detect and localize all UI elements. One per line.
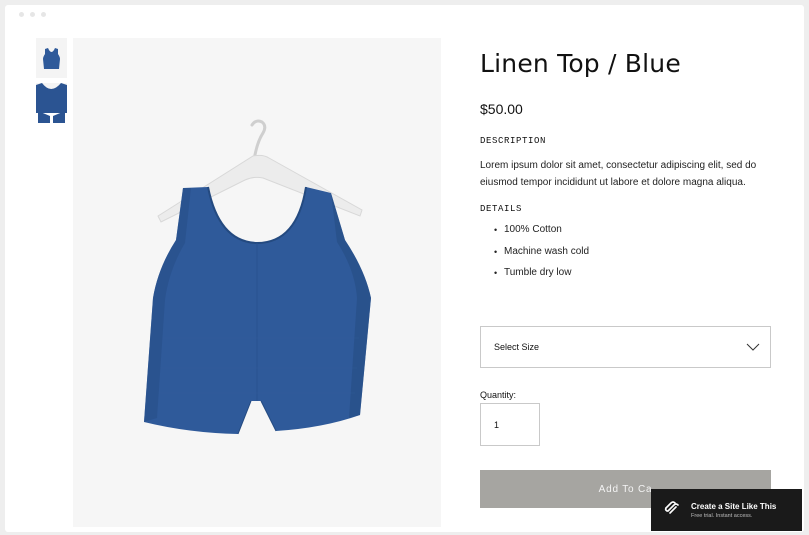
size-select-value: Select Size [494,342,540,352]
thumbnail-list [36,38,67,128]
tank-top-image [73,38,441,527]
product-main-image [73,38,441,527]
description-heading: DESCRIPTION [480,136,547,146]
window-dot [19,12,24,17]
thumbnail-front[interactable] [36,38,67,78]
window-controls [19,12,46,17]
window-dot [30,12,35,17]
chevron-down-icon [746,340,760,356]
tank-top-back-thumbnail-image [36,83,67,123]
details-item: Tumble dry low [494,267,771,279]
product-price: $50.00 [480,101,523,117]
squarespace-logo-icon [664,500,680,520]
browser-window: Linen Top / Blue $50.00 DESCRIPTION Lore… [5,5,804,532]
promo-text: Create a Site Like This Free trial. Inst… [691,501,776,519]
details-item: 100% Cotton [494,224,771,236]
quantity-input[interactable] [480,403,540,446]
details-heading: DETAILS [480,204,523,214]
tank-top-thumbnail-image [36,38,67,78]
product-info: Linen Top / Blue $50.00 DESCRIPTION Lore… [480,45,771,289]
product-description: Lorem ipsum dolor sit amet, consectetur … [480,160,757,188]
size-select[interactable]: Select Size [480,326,771,368]
promo-title: Create a Site Like This [691,502,777,511]
details-list: 100% Cotton Machine wash cold Tumble dry… [480,224,771,279]
details-item: Machine wash cold [494,246,771,258]
create-site-promo[interactable]: Create a Site Like This Free trial. Inst… [651,489,802,531]
product-title: Linen Top / Blue [480,49,681,78]
thumbnail-back[interactable] [36,83,67,123]
promo-subtitle: Free trial. Instant access. [691,513,753,519]
quantity-label: Quantity: [480,390,517,400]
window-dot [41,12,46,17]
